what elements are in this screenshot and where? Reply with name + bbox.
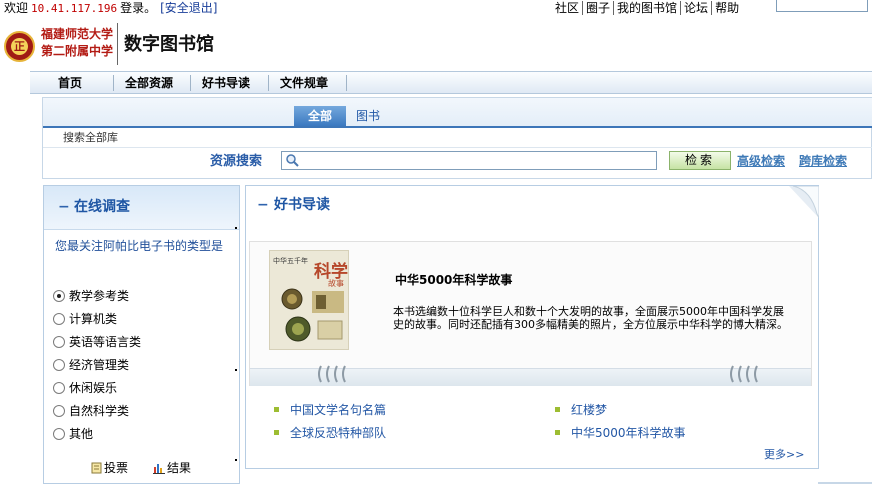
bullet-square-icon xyxy=(555,430,560,435)
book-link-text[interactable]: 中华5000年科学故事 xyxy=(571,425,686,441)
site-header: 正 福建师范大学 第二附属中学 数字图书馆 xyxy=(0,17,872,69)
top-search-input[interactable] xyxy=(776,0,868,12)
bullet-square-icon xyxy=(555,407,560,412)
binder-rings-icon xyxy=(318,365,346,383)
main-nav: 首页 全部资源 好书导读 文件规章 xyxy=(30,71,872,94)
survey-option-label: 计算机类 xyxy=(69,312,118,326)
school-name-line1: 福建师范大学 xyxy=(41,27,114,41)
survey-option-label: 自然科学类 xyxy=(69,404,130,418)
top-link-circle[interactable]: 圈子 xyxy=(583,1,615,15)
nav-item-all-resources[interactable]: 全部资源 xyxy=(125,75,173,91)
vote-icon xyxy=(91,462,102,474)
collapse-icon[interactable]: − xyxy=(58,199,70,215)
nav-separator xyxy=(113,75,114,91)
welcome-text: 欢迎 10.41.117.196 登录。 [安全退出] xyxy=(4,1,218,16)
radio-button[interactable] xyxy=(53,290,65,302)
cover-illustration xyxy=(281,288,344,342)
radio-button[interactable] xyxy=(53,336,65,348)
binder-rings-icon xyxy=(730,365,758,383)
bar-chart-icon xyxy=(153,464,165,474)
recommend-header: − 好书导读 xyxy=(246,186,819,224)
logout-link[interactable]: [安全退出] xyxy=(160,1,217,15)
search-button[interactable]: 检索 xyxy=(669,151,731,170)
cross-library-search-link[interactable]: 跨库检索 xyxy=(799,153,847,169)
more-link[interactable]: 更多>> xyxy=(764,448,804,462)
search-scope: 搜索全部库 xyxy=(63,131,118,144)
book-link-text[interactable]: 中国文学名句名篇 xyxy=(290,402,386,418)
search-panel: 全部 图书 搜索全部库 资源搜索 检索 高级检索 跨库检索 xyxy=(42,97,872,179)
survey-option-label: 经济管理类 xyxy=(69,358,130,372)
featured-book: 中华五千年 科学 故事 中华5000年科学故事 本书选编数十位科学巨人和数十个大… xyxy=(249,241,812,386)
survey-header: − 在线调查 xyxy=(44,186,239,230)
radio-button[interactable] xyxy=(53,359,65,371)
top-links: 社区 圈子 我的图书馆 论坛 帮助 xyxy=(552,1,742,15)
list-dot xyxy=(235,369,237,371)
tab-all[interactable]: 全部 xyxy=(294,106,346,126)
book-link-text[interactable]: 红楼梦 xyxy=(571,402,607,418)
search-label: 资源搜索 xyxy=(210,154,263,169)
radio-button[interactable] xyxy=(53,382,65,394)
nav-item-book-guide[interactable]: 好书导读 xyxy=(202,75,250,91)
library-title: 数字图书馆 xyxy=(124,34,214,55)
featured-book-description: 本书选编数十位科学巨人和数十个大发明的故事，全面展示5000年中国科学发展史的故… xyxy=(393,305,788,331)
top-link-my-library[interactable]: 我的图书馆 xyxy=(614,1,682,15)
collapse-icon[interactable]: − xyxy=(257,197,269,213)
bullet-square-icon xyxy=(274,407,279,412)
nav-separator xyxy=(190,75,191,91)
header-divider xyxy=(117,23,118,65)
search-icon xyxy=(286,154,299,167)
book-link-text[interactable]: 全球反恐特种部队 xyxy=(290,425,386,441)
result-label: 结果 xyxy=(167,461,192,475)
nav-separator xyxy=(346,75,347,91)
survey-option-label: 休闲娱乐 xyxy=(69,381,118,395)
recommend-panel: − 好书导读 中华五千年 科学 故事 中华5000年科学故事 本书选编数十位科学… xyxy=(245,185,819,469)
survey-option-label: 教学参考类 xyxy=(69,289,130,303)
bullet-square-icon xyxy=(274,430,279,435)
top-link-forum[interactable]: 论坛 xyxy=(681,1,713,15)
school-logo: 正 xyxy=(4,31,35,62)
top-link-help[interactable]: 帮助 xyxy=(712,1,742,15)
top-bar: 欢迎 10.41.117.196 登录。 [安全退出] 社区 圈子 我的图书馆 论坛 帮助 xyxy=(0,0,872,17)
result-button[interactable]: 结果 xyxy=(153,460,191,476)
tab-books[interactable]: 图书 xyxy=(356,108,380,124)
advanced-search-link[interactable]: 高级检索 xyxy=(737,153,785,169)
book-cover-image[interactable]: 中华五千年 科学 故事 xyxy=(269,250,349,350)
featured-book-title[interactable]: 中华5000年科学故事 xyxy=(395,272,512,288)
search-input[interactable] xyxy=(302,153,654,168)
nav-item-regulations[interactable]: 文件规章 xyxy=(280,75,328,91)
search-tabs: 全部 图书 xyxy=(43,98,872,128)
survey-question: 您最关注阿帕比电子书的类型是 xyxy=(55,239,224,253)
survey-panel: − 在线调查 您最关注阿帕比电子书的类型是 教学参考类 计算机类 英语等语言类 … xyxy=(43,185,240,484)
school-name-line2: 第二附属中学 xyxy=(41,44,114,58)
search-field[interactable] xyxy=(281,151,657,170)
list-dot xyxy=(235,227,237,229)
page-curl-icon xyxy=(789,186,819,218)
vote-button[interactable]: 投票 xyxy=(91,460,128,476)
radio-button[interactable] xyxy=(53,428,65,440)
radio-button[interactable] xyxy=(53,405,65,417)
radio-button[interactable] xyxy=(53,313,65,325)
school-logo-mark: 正 xyxy=(11,38,28,55)
nav-item-home[interactable]: 首页 xyxy=(58,75,82,91)
vote-label: 投票 xyxy=(104,461,129,475)
survey-title: 在线调查 xyxy=(74,199,130,215)
survey-option-label: 英语等语言类 xyxy=(69,335,142,349)
welcome-prefix: 欢迎 xyxy=(4,1,29,15)
nav-separator xyxy=(268,75,269,91)
survey-option-label: 其他 xyxy=(69,427,94,441)
user-ip: 10.41.117.196 xyxy=(31,2,118,15)
list-dot xyxy=(235,459,237,461)
login-suffix: 登录。 xyxy=(120,1,157,15)
recommend-title: 好书导读 xyxy=(274,197,330,213)
top-link-community[interactable]: 社区 xyxy=(552,1,584,15)
search-divider xyxy=(43,147,872,148)
